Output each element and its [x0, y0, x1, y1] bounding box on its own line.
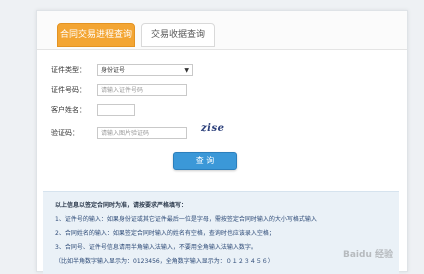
name-input[interactable] [97, 104, 135, 116]
captcha-image[interactable]: zise [201, 123, 224, 134]
chevron-down-icon: ▼ [184, 67, 189, 74]
id-no-input[interactable]: 请输入证件号码 [97, 84, 187, 96]
notice-rule: （比如半角数字输入显示为：0123456，全角数字输入显示为：０１２３４５６） [55, 258, 274, 265]
query-panel: 合同交易进程查询 交易收据查询 证件类型： 身份证号 ▼ 证件号码： 请输入证件… [36, 10, 408, 274]
captcha-input[interactable]: 请输入图片验证码 [97, 127, 187, 139]
notice-rule: 2、合同姓名的输入：如果签定合同时输入的姓名有空格，查询时也应该录入空格； [55, 230, 275, 237]
tab-contract-progress[interactable]: 合同交易进程查询 [57, 23, 135, 47]
notice-box: 以上信息以签定合同时为准，请按要求严格填写： 1、证件号的输入：如果身份证或其它… [43, 191, 399, 274]
query-button[interactable]: 查 询 [173, 152, 237, 170]
id-type-label: 证件类型： [51, 66, 86, 74]
watermark: Baidu 经验 [342, 250, 393, 260]
tab-bar: 合同交易进程查询 交易收据查询 [37, 11, 407, 50]
notice-rule: 1、证件号的输入：如果身份证或其它证件最后一位是字母，需按签定合同时输入的大小写… [55, 216, 317, 223]
name-label: 客户姓名： [51, 106, 86, 114]
captcha-label: 验证码： [51, 129, 79, 137]
notice-title: 以上信息以签定合同时为准，请按要求严格填写： [55, 202, 188, 209]
tab-receipt-query[interactable]: 交易收据查询 [141, 23, 215, 47]
id-type-value: 身份证号 [101, 67, 126, 74]
id-type-select[interactable]: 身份证号 ▼ [97, 64, 193, 76]
id-no-label: 证件号码： [51, 86, 86, 94]
notice-rule: 3、合同号、证件号信息请用半角输入法输入，不要用全角输入法输入数字。 [55, 244, 257, 251]
